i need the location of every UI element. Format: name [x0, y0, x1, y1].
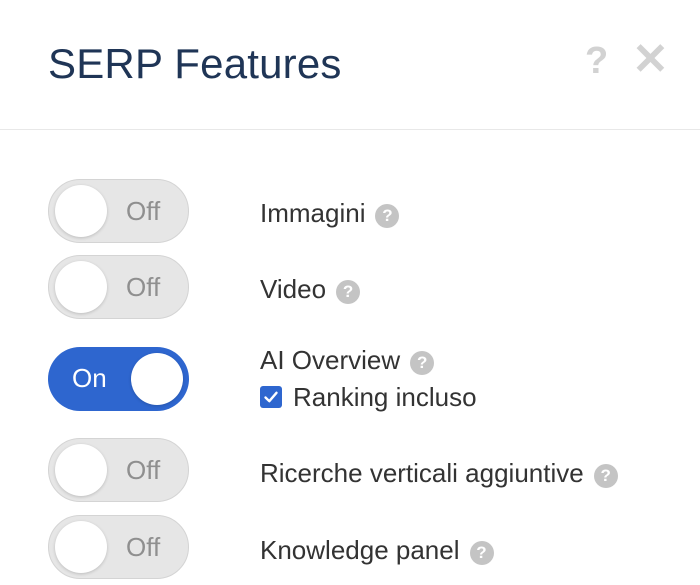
toggle-ai-overview[interactable]: On: [48, 347, 189, 411]
help-icon[interactable]: ?: [585, 42, 608, 80]
help-icon[interactable]: ?: [375, 204, 400, 228]
feature-label-text: AI Overview: [260, 345, 401, 375]
dialog-title: SERP Features: [48, 40, 342, 87]
toggle-state-label: On: [72, 363, 107, 393]
toggle-ricerche-verticali[interactable]: Off: [48, 438, 189, 502]
ranking-incluso-label: Ranking incluso: [293, 382, 477, 412]
toggle-immagini[interactable]: Off: [48, 179, 189, 243]
feature-label-text: Video: [260, 274, 327, 304]
checkmark-icon: [264, 391, 278, 403]
toggle-knob: [55, 185, 107, 237]
toggle-state-label: Off: [126, 532, 161, 562]
close-icon[interactable]: ✕: [632, 38, 669, 82]
feature-label-text: Immagini: [260, 198, 366, 228]
toggle-state-label: Off: [126, 196, 161, 226]
feature-label-immagini: Immagini?: [260, 198, 400, 228]
toggle-knob: [55, 521, 107, 573]
feature-label-text: Knowledge panel: [260, 535, 460, 565]
toggle-knob: [131, 353, 183, 405]
toggle-state-label: Off: [126, 455, 161, 485]
help-icon[interactable]: ?: [469, 541, 494, 565]
feature-label-knowledge-panel: Knowledge panel?: [260, 535, 494, 565]
help-icon[interactable]: ?: [336, 280, 361, 304]
toggle-knob: [55, 444, 107, 496]
toggle-video[interactable]: Off: [48, 255, 189, 319]
feature-label-text: Ricerche verticali aggiuntive: [260, 458, 584, 488]
feature-label-ricerche-verticali: Ricerche verticali aggiuntive?: [260, 458, 618, 488]
toggle-knob: [55, 261, 107, 313]
toggle-state-label: Off: [126, 272, 161, 302]
feature-label-ai-overview: AI Overview?: [260, 345, 435, 375]
dialog-header: SERP Features ? ✕: [0, 0, 700, 130]
toggle-knowledge-panel[interactable]: Off: [48, 515, 189, 579]
feature-label-video: Video?: [260, 274, 361, 304]
help-icon[interactable]: ?: [410, 351, 435, 375]
help-icon[interactable]: ?: [593, 464, 618, 488]
ranking-incluso-checkbox[interactable]: [260, 386, 282, 408]
